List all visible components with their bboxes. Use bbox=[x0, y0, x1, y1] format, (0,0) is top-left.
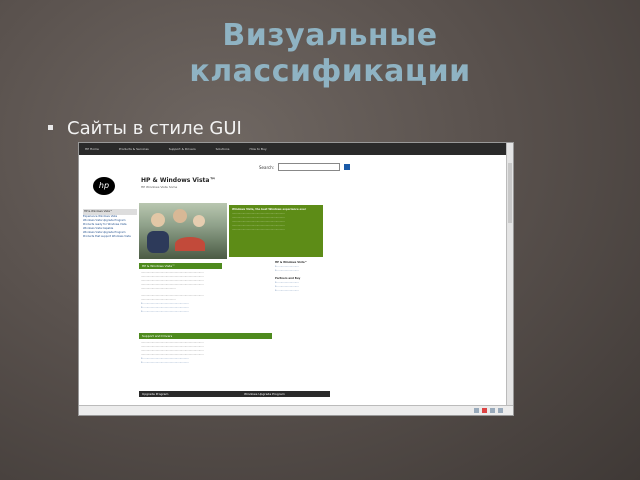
status-bar bbox=[79, 405, 513, 415]
search-input[interactable] bbox=[278, 163, 341, 171]
left-nav: HP & Windows Vista™ Experience Windows V… bbox=[83, 205, 137, 239]
right-column: HP & Windows Vista™ » ..................… bbox=[275, 261, 331, 293]
page-heading: HP & Windows Vista™ bbox=[141, 177, 216, 184]
nav-item[interactable]: Support & Drivers bbox=[169, 147, 196, 151]
scrollbar[interactable] bbox=[506, 143, 513, 415]
status-icon bbox=[490, 408, 495, 413]
search-bar: Search: bbox=[259, 163, 351, 171]
bullet-text: Сайты в стиле GUI bbox=[67, 118, 242, 139]
vista-promo-box: Windows Vista, the best Windows experien… bbox=[229, 205, 323, 257]
section-bar: Windows Upgrade Program bbox=[241, 391, 330, 397]
nav-item[interactable]: How to Buy bbox=[249, 147, 266, 151]
page-subheading: HP Windows Vista home bbox=[141, 185, 178, 189]
nav-item[interactable]: HP Home bbox=[85, 147, 99, 151]
section-bar: HP & Windows Vista™ bbox=[139, 263, 222, 269]
section-text: ........................................… bbox=[141, 271, 204, 313]
hp-logo[interactable]: hp bbox=[93, 177, 115, 195]
bullet-item: Сайты в стиле GUI bbox=[48, 118, 242, 139]
status-icon bbox=[498, 408, 503, 413]
slide-title: Визуальные классификации bbox=[110, 18, 550, 90]
slide-title-line1: Визуальные bbox=[222, 18, 438, 53]
left-nav-item[interactable]: Products that support Windows Vista bbox=[83, 235, 137, 239]
family-photo bbox=[139, 203, 227, 259]
search-go-icon[interactable] bbox=[344, 164, 351, 170]
scrollbar-thumb[interactable] bbox=[508, 163, 512, 223]
section-text: ........................................… bbox=[141, 341, 204, 364]
status-icon bbox=[482, 408, 487, 413]
status-icon bbox=[474, 408, 479, 413]
nav-item[interactable]: Products & Services bbox=[119, 147, 149, 151]
browser-screenshot: HP Home Products & Services Support & Dr… bbox=[78, 142, 514, 416]
slide-title-line2: классификации bbox=[189, 54, 471, 89]
nav-item[interactable]: Solutions bbox=[216, 147, 230, 151]
section-bar: Support and Drivers bbox=[139, 333, 272, 339]
search-label: Search: bbox=[259, 164, 275, 170]
site-nav: HP Home Products & Services Support & Dr… bbox=[79, 143, 513, 155]
bullet-dot-icon bbox=[48, 124, 53, 130]
section-bar: Upgrade Program bbox=[139, 391, 242, 397]
